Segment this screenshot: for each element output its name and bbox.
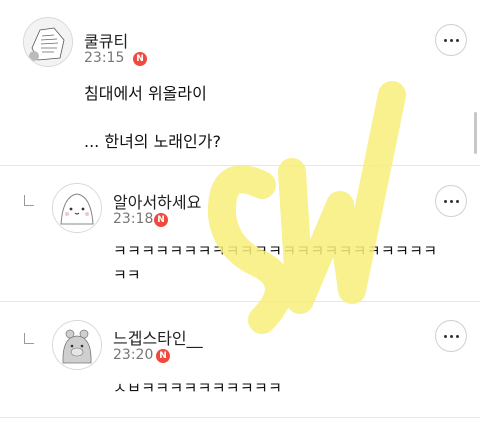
more-options-icon	[443, 334, 447, 338]
comment-divider	[0, 165, 480, 166]
more-options-button[interactable]	[435, 185, 467, 217]
comment-text-line: ㅋㅋ	[113, 266, 141, 284]
new-badge-icon: N	[133, 52, 147, 66]
new-badge-icon: N	[156, 349, 170, 363]
comment-author[interactable]: 쿨큐티	[84, 28, 128, 52]
comment-author[interactable]: 느겝스타인__	[113, 325, 203, 349]
more-options-icon	[443, 38, 447, 42]
avatar[interactable]	[23, 17, 73, 67]
reply-indent-icon	[24, 333, 34, 344]
new-badge-icon: N	[154, 213, 168, 227]
comment-timestamp: 23:18	[113, 211, 154, 227]
comment-divider	[0, 417, 480, 418]
comment-text-line: ㅋㅋㅋㅋㅋㅋㅋㅋㅋㅋㅋㅋㅋㅋㅋㅋㅋㅋㅋㅋㅋㅋㅋ	[113, 242, 438, 260]
more-options-button[interactable]	[435, 24, 467, 56]
comment-author[interactable]: 알아서하세요	[113, 189, 201, 213]
comment-timestamp: 23:20	[113, 347, 154, 363]
reply-indent-icon	[24, 195, 34, 206]
comment-timestamp: 23:15	[84, 50, 125, 66]
more-options-icon	[443, 199, 447, 203]
more-options-button[interactable]	[435, 320, 467, 352]
avatar[interactable]	[52, 183, 102, 233]
comment-text-line: ㅅㅂㅋㅋㅋㅋㅋㅋㅋㅋㅋㅋ	[113, 379, 283, 397]
comment-text-line: 침대에서 위올라이	[84, 84, 207, 103]
comment-text-line: ... 한녀의 노래인가?	[84, 132, 221, 151]
comment-divider	[0, 301, 480, 302]
scrollbar[interactable]	[474, 112, 477, 154]
avatar[interactable]	[52, 320, 102, 370]
